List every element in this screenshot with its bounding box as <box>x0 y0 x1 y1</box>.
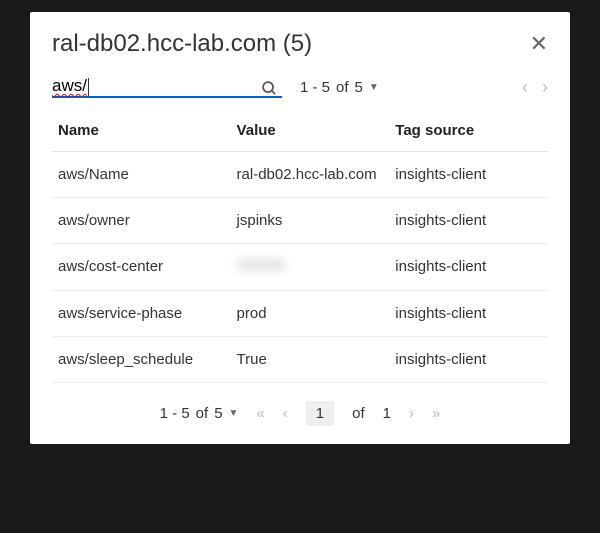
cell-value <box>231 244 390 291</box>
toolbar: aws/ 1 - 5 of 5 ▼ ‹ › <box>52 76 548 98</box>
caret-down-icon[interactable]: ▼ <box>229 408 239 419</box>
cell-name: aws/sleep_schedule <box>52 337 231 383</box>
cell-source: insights-client <box>389 244 548 291</box>
cell-source: insights-client <box>389 337 548 383</box>
table-header-row: Name Value Tag source <box>52 110 548 152</box>
item-range-bottom[interactable]: 1 - 5 of 5 ▼ <box>160 405 239 422</box>
item-range-top[interactable]: 1 - 5 of 5 ▼ <box>300 79 379 96</box>
prev-page-icon[interactable]: ‹ <box>283 405 288 422</box>
range-text: 1 - 5 <box>300 79 330 96</box>
cell-value: jspinks <box>231 198 390 244</box>
search-icon[interactable] <box>261 80 278 102</box>
next-page-icon[interactable]: › <box>542 77 548 98</box>
next-page-icon[interactable]: › <box>409 405 414 422</box>
table-row: aws/cost-center insights-client <box>52 244 548 291</box>
modal-header: ral-db02.hcc-lab.com (5) ✕ <box>52 30 548 58</box>
search-field[interactable]: aws/ <box>52 76 282 98</box>
close-icon[interactable]: ✕ <box>530 33 548 55</box>
cell-name: aws/Name <box>52 152 231 198</box>
table-row: aws/service-phaseprodinsights-client <box>52 291 548 337</box>
search-input-text: aws/ <box>52 76 87 95</box>
col-header-value: Value <box>231 110 390 152</box>
table-row: aws/ownerjspinksinsights-client <box>52 198 548 244</box>
cell-value: ral-db02.hcc-lab.com <box>231 152 390 198</box>
tags-table: Name Value Tag source aws/Nameral-db02.h… <box>52 110 548 383</box>
page-number[interactable]: 1 <box>306 401 334 426</box>
cell-name: aws/cost-center <box>52 244 231 291</box>
table-row: aws/sleep_scheduleTrueinsights-client <box>52 337 548 383</box>
tags-modal: ral-db02.hcc-lab.com (5) ✕ aws/ 1 - 5 of… <box>30 12 570 444</box>
redacted-value <box>237 258 285 272</box>
cell-source: insights-client <box>389 152 548 198</box>
cell-source: insights-client <box>389 291 548 337</box>
col-header-name: Name <box>52 110 231 152</box>
first-page-icon[interactable]: « <box>256 405 264 422</box>
cell-value: prod <box>231 291 390 337</box>
prev-page-icon[interactable]: ‹ <box>522 77 528 98</box>
caret-down-icon[interactable]: ▼ <box>369 82 379 93</box>
modal-title: ral-db02.hcc-lab.com (5) <box>52 30 312 58</box>
cell-name: aws/owner <box>52 198 231 244</box>
cell-value: True <box>231 337 390 383</box>
pager-top: ‹ › <box>522 77 548 98</box>
last-page-icon[interactable]: » <box>432 405 440 422</box>
cell-name: aws/service-phase <box>52 291 231 337</box>
cell-source: insights-client <box>389 198 548 244</box>
pagination-bottom: 1 - 5 of 5 ▼ « ‹ 1 of 1 › » <box>52 383 548 440</box>
table-row: aws/Nameral-db02.hcc-lab.cominsights-cli… <box>52 152 548 198</box>
col-header-source: Tag source <box>389 110 548 152</box>
